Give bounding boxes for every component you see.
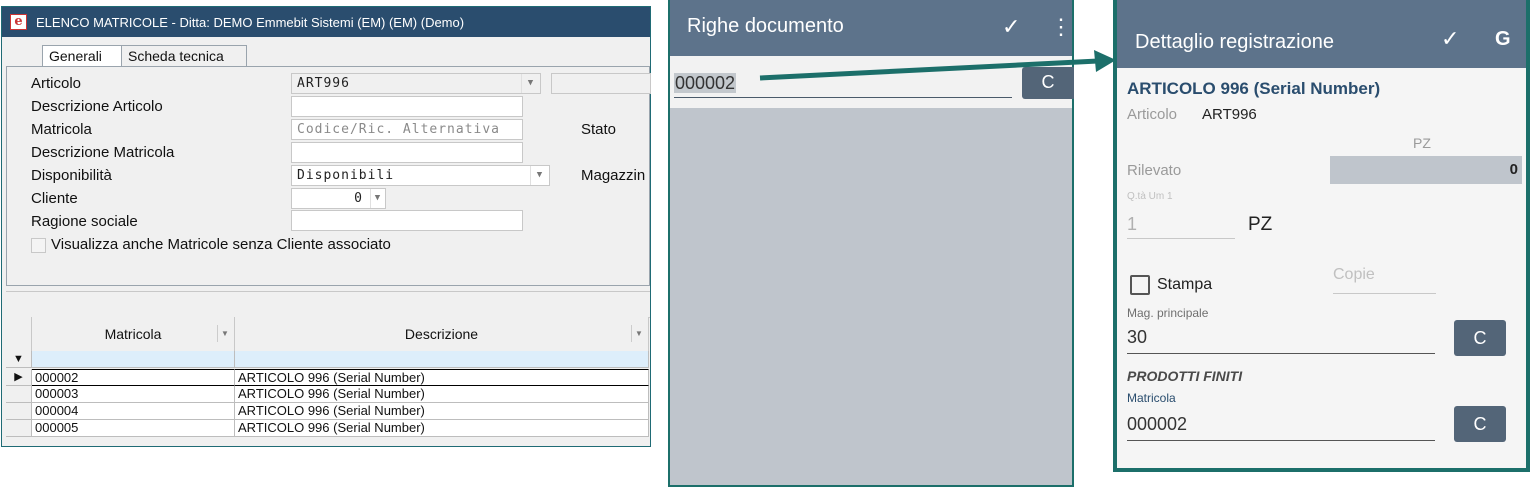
descrizione-articolo-field[interactable] <box>291 96 523 117</box>
mag-principale-label: Mag. principale <box>1127 306 1209 320</box>
matricola-clear-button[interactable]: C <box>1454 406 1506 442</box>
table-row[interactable]: 000004 ARTICOLO 996 (Serial Number) <box>6 403 650 420</box>
copie-input[interactable]: Copie <box>1333 266 1436 294</box>
column-filter-dropdown-icon[interactable]: ▼ <box>631 325 646 342</box>
column-filter-dropdown-icon[interactable]: ▼ <box>217 325 232 342</box>
cliente-value: 0 <box>354 191 363 206</box>
rilevato-label: Rilevato <box>1127 162 1182 179</box>
row-indicator <box>6 386 32 403</box>
barcode-input-value: 000002 <box>674 73 737 93</box>
cell-matricola[interactable]: 000003 <box>32 386 235 403</box>
articolo-value: ART996 <box>297 76 350 91</box>
disponibilita-label: Disponibilità <box>31 167 112 184</box>
cell-matricola[interactable]: 000004 <box>32 403 235 420</box>
section-title: PRODOTTI FINITI <box>1127 368 1243 384</box>
articolo-field[interactable]: ART996 ▼ <box>291 73 541 94</box>
row-indicator <box>6 420 32 437</box>
mag-principale-input[interactable]: 30 <box>1127 327 1435 354</box>
filter-icon: ▼ <box>6 351 32 368</box>
cell-descrizione[interactable]: ARTICOLO 996 (Serial Number) <box>235 403 649 420</box>
column-matricola-label: Matricola <box>104 326 162 342</box>
chevron-down-icon[interactable]: ▼ <box>530 166 549 185</box>
cell-descrizione[interactable]: ARTICOLO 996 (Serial Number) <box>235 386 649 403</box>
ragione-sociale-label: Ragione sociale <box>31 213 138 230</box>
app-bar: Righe documento ✓ ⋮ <box>670 0 1072 56</box>
filter-form: Articolo ART996 ▼ Descrizione Articolo M… <box>6 66 651 286</box>
cell-matricola[interactable]: 000002 <box>32 369 235 386</box>
matricole-grid: Matricola ▼ Descrizione ▼ ▼ ▶ 000002 ART… <box>6 291 650 438</box>
check-icon[interactable]: ✓ <box>1441 26 1459 52</box>
column-header-descrizione[interactable]: Descrizione ▼ <box>235 317 649 351</box>
matricola-input[interactable]: 000002 <box>1127 414 1435 441</box>
screen-title: Righe documento <box>687 15 844 37</box>
filter-cell-descrizione[interactable] <box>235 351 649 368</box>
articolo-value: ART996 <box>1202 106 1257 123</box>
column-header-matricola[interactable]: Matricola ▼ <box>32 317 235 351</box>
more-vert-icon[interactable]: ⋮ <box>1050 14 1072 40</box>
matricole-senza-cliente-checkbox[interactable] <box>31 238 46 253</box>
magazzino-label: Magazzin <box>581 167 646 184</box>
cliente-label: Cliente <box>31 190 78 207</box>
disponibilita-select[interactable]: Disponibili ▼ <box>291 165 550 186</box>
table-row[interactable]: ▶ 000002 ARTICOLO 996 (Serial Number) <box>6 369 650 386</box>
link-arrow <box>759 50 1116 81</box>
app-bar: Dettaglio registrazione ✓ G <box>1117 0 1526 68</box>
qta-um: PZ <box>1248 214 1273 235</box>
arrow-line <box>759 58 1099 81</box>
cell-descrizione[interactable]: ARTICOLO 996 (Serial Number) <box>235 420 649 437</box>
desktop-window: e ELENCO MATRICOLE - Ditta: DEMO Emmebit… <box>1 6 651 447</box>
column-descrizione-label: Descrizione <box>404 326 479 342</box>
article-title: ARTICOLO 996 (Serial Number) <box>1127 79 1381 98</box>
mobile-dettaglio-registrazione: Dettaglio registrazione ✓ G ARTICOLO 996… <box>1113 0 1530 472</box>
mag-clear-button[interactable]: C <box>1454 320 1506 356</box>
group-panel <box>6 292 650 318</box>
cliente-field[interactable]: 0 ▼ <box>291 188 386 209</box>
ragione-sociale-field[interactable] <box>291 210 523 231</box>
g-button[interactable]: G <box>1495 28 1511 51</box>
articolo-label: Articolo <box>1127 106 1178 123</box>
cell-descrizione[interactable]: ARTICOLO 996 (Serial Number) <box>235 369 649 386</box>
window-title: ELENCO MATRICOLE - Ditta: DEMO Emmebit S… <box>36 15 465 30</box>
articolo-extra-field[interactable] <box>551 73 651 94</box>
stato-label: Stato <box>581 121 617 138</box>
descrizione-matricola-field[interactable] <box>291 142 523 163</box>
articolo-label: Articolo <box>31 75 82 92</box>
check-icon[interactable]: ✓ <box>1002 14 1020 40</box>
stampa-label: Stampa <box>1157 276 1213 293</box>
app-logo-icon: e <box>10 14 27 30</box>
descrizione-articolo-label: Descrizione Articolo <box>31 98 163 115</box>
window-titlebar: e ELENCO MATRICOLE - Ditta: DEMO Emmebit… <box>2 7 650 37</box>
qta-input[interactable]: 1 <box>1127 210 1235 239</box>
matricola-field[interactable]: Codice/Ric. Alternativa <box>291 119 523 140</box>
filter-row: ▼ <box>6 351 650 368</box>
row-indicator-header <box>6 317 32 351</box>
checkbox-label: Visualizza anche Matricole senza Cliente… <box>51 236 391 253</box>
tab-scheda-tecnica[interactable]: Scheda tecnica <box>121 45 247 67</box>
matricola-label: Matricola <box>31 121 92 138</box>
table-row[interactable]: 000003 ARTICOLO 996 (Serial Number) <box>6 386 650 403</box>
tab-generali[interactable]: Generali <box>42 45 122 67</box>
screen-title: Dettaglio registrazione <box>1135 31 1334 53</box>
matricola-label: Matricola <box>1127 391 1176 405</box>
stampa-checkbox[interactable] <box>1130 275 1150 295</box>
disponibilita-value: Disponibili <box>297 168 395 183</box>
cell-matricola[interactable]: 000005 <box>32 420 235 437</box>
rilevato-value: 0 <box>1509 161 1518 178</box>
um-header: PZ <box>1413 135 1431 151</box>
rilevato-field: 0 <box>1330 156 1522 184</box>
chevron-down-icon[interactable]: ▼ <box>370 189 385 208</box>
qta-label: Q.tà Um 1 <box>1127 191 1173 202</box>
chevron-down-icon[interactable]: ▼ <box>521 74 540 93</box>
current-row-arrow-icon: ▶ <box>6 369 32 386</box>
descrizione-matricola-label: Descrizione Matricola <box>31 144 175 161</box>
table-row[interactable]: 000005 ARTICOLO 996 (Serial Number) <box>6 420 650 437</box>
row-indicator <box>6 403 32 420</box>
filter-cell-matricola[interactable] <box>32 351 235 368</box>
